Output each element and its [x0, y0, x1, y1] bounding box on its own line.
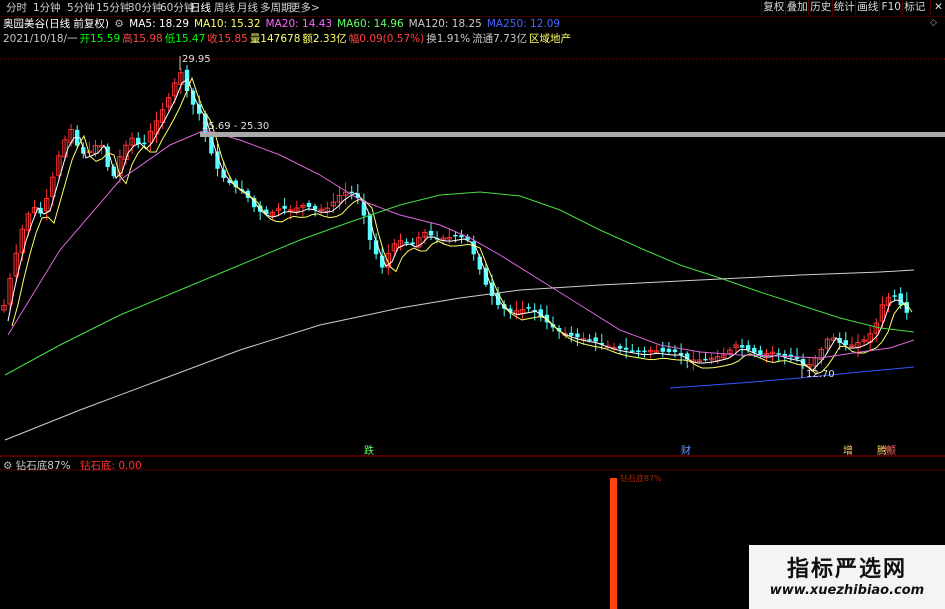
ma20-line [7, 129, 915, 359]
period-tab[interactable]: 30分钟 [128, 1, 162, 15]
tool-button[interactable]: 复权 [761, 0, 786, 15]
quote-field: 幅0.09(0.57%) [348, 33, 425, 45]
quote-field: 额2.33亿 [302, 33, 347, 45]
quote-field: 开15.59 [79, 33, 121, 45]
close-icon[interactable]: ✕ [930, 0, 945, 15]
candle-body [776, 353, 781, 355]
candle-body [660, 347, 665, 352]
low-price-label: 12.70 [806, 369, 835, 380]
period-tab[interactable]: 日线 [190, 1, 211, 15]
ma-value: MA60: 14.96 [337, 18, 404, 30]
ma-value: MA10: 15.32 [194, 18, 261, 30]
period-tab[interactable]: 15分钟 [96, 1, 130, 15]
candle-body [703, 358, 708, 361]
candle-body [197, 104, 202, 114]
tool-button[interactable]: 历史 [808, 0, 833, 15]
candle-body [758, 350, 763, 355]
ma-value: MA20: 14.43 [265, 18, 333, 30]
candle-body [642, 350, 647, 353]
quote-field: 量147678 [249, 33, 301, 45]
candle-body [593, 337, 598, 342]
event-marker: 跌 [364, 444, 374, 457]
candle-body [617, 345, 623, 349]
ma250-line [669, 366, 915, 389]
watermark-title: 指标严选网 [786, 557, 907, 582]
ma-value: MA5: 18.29 [129, 18, 189, 30]
quote-field: 低15.47 [164, 33, 206, 45]
period-tab[interactable]: 周线 [214, 1, 235, 15]
quote-field: 流通7.73亿 [472, 33, 527, 45]
indicator-bar [610, 478, 617, 609]
candle-body [428, 230, 434, 236]
ma120-line [4, 269, 915, 441]
candle-body [410, 242, 415, 245]
stock-chart-app: 分时 1分钟 5分钟 15分钟 30分钟 60分钟 日线 周线 月线 多周期 更多> 复权 叠加 历史统… [0, 0, 945, 609]
tool-button[interactable]: F10 [878, 0, 904, 15]
candle-body [587, 339, 592, 341]
tool-button[interactable]: 统计 [831, 0, 857, 15]
candle-body [636, 350, 641, 352]
quote-field: 收15.85 [207, 33, 248, 45]
candle-body [739, 345, 745, 348]
quote-field: 高15.98 [122, 33, 163, 45]
candle-body [630, 350, 635, 352]
tool-button[interactable]: 叠加 [784, 0, 810, 15]
candle-body [306, 202, 312, 208]
candle-body [752, 347, 757, 353]
ma-value: MA120: 18.25 [408, 18, 482, 30]
ma-values: MA5: 18.29 MA10: 15.32 MA20: 14.43 MA60: 14… [129, 18, 565, 30]
candle-body [892, 295, 897, 297]
price-band [200, 132, 945, 137]
indicator-gear-icon[interactable]: ⚙ [3, 460, 12, 472]
candle-body [312, 205, 318, 210]
quote-field: 2021/10/18/一 [3, 33, 78, 45]
tool-button[interactable]: 标记 [902, 0, 927, 15]
watermark: 指标严选网 www.xuezhibiao.com [749, 545, 945, 609]
indicator-value: 钻石底: 0.00 [79, 460, 142, 472]
high-price-label: 29.95 [182, 54, 211, 65]
event-marker: 颤 [886, 444, 896, 457]
event-marker: 增 [843, 444, 853, 457]
ma-value: MA250: 12.09 [486, 18, 561, 30]
candle-body [569, 332, 574, 336]
candle-body [898, 293, 903, 306]
dropdown-arrow-icon[interactable]: ◇ [930, 18, 937, 28]
range-label: 25.69 - 25.30 [202, 121, 269, 132]
candle-body [526, 307, 531, 309]
period-tab[interactable]: 多周期 [260, 1, 292, 15]
candle-body [404, 241, 409, 244]
candle-body [624, 347, 629, 350]
ma5-line [7, 78, 909, 372]
kline-chart[interactable]: 29.9525.69 - 25.3012.70跌财增腾颤钻石底87% [0, 0, 945, 609]
event-marker: 财 [681, 444, 691, 457]
candle-body [282, 205, 287, 209]
watermark-url: www.xuezhibiao.com [769, 583, 925, 598]
ma10-line [11, 76, 913, 375]
period-toolbar: 分时 1分钟 5分钟 15分钟 30分钟 60分钟 日线 周线 月线 多周期 更多> 复权 叠加 历史统… [0, 0, 945, 28]
period-tab[interactable]: 5分钟 [67, 1, 95, 15]
quote-field: 换1.91% [426, 33, 471, 45]
ma-legend: 奥园美谷(日线 前复权) ⚙ MA5: 18.29 MA10: 15.32 MA20… [3, 18, 565, 31]
candle-body [349, 191, 354, 194]
indicator-legend: ⚙ 钻石底87% 钻石底: 0.00 [3, 460, 142, 473]
quote-line: 2021/10/18/一 开15.59 高15.98 低15.47 收15.85 量147… [3, 33, 573, 46]
indicator-name: 钻石底87% [15, 460, 71, 472]
period-tab[interactable]: 分时 [6, 1, 27, 15]
period-tab[interactable]: 更多> [290, 1, 320, 15]
candle-body [453, 234, 458, 237]
candle-body [666, 348, 672, 352]
ma60-line [4, 191, 915, 376]
period-tab[interactable]: 1分钟 [33, 1, 61, 15]
candle-body [746, 345, 751, 351]
stock-title: 奥园美谷(日线 前复权) [3, 18, 110, 30]
period-tab[interactable]: 月线 [237, 1, 258, 15]
candle-body [575, 333, 580, 338]
quote-field: 区域地产 [528, 33, 571, 45]
tool-button[interactable]: 画线 [855, 0, 880, 15]
settings-gear-icon[interactable]: ⚙ [114, 18, 123, 30]
candle-body [672, 349, 678, 352]
indicator-bar-label: 钻石底87% [620, 473, 662, 483]
candle-body [142, 142, 147, 145]
